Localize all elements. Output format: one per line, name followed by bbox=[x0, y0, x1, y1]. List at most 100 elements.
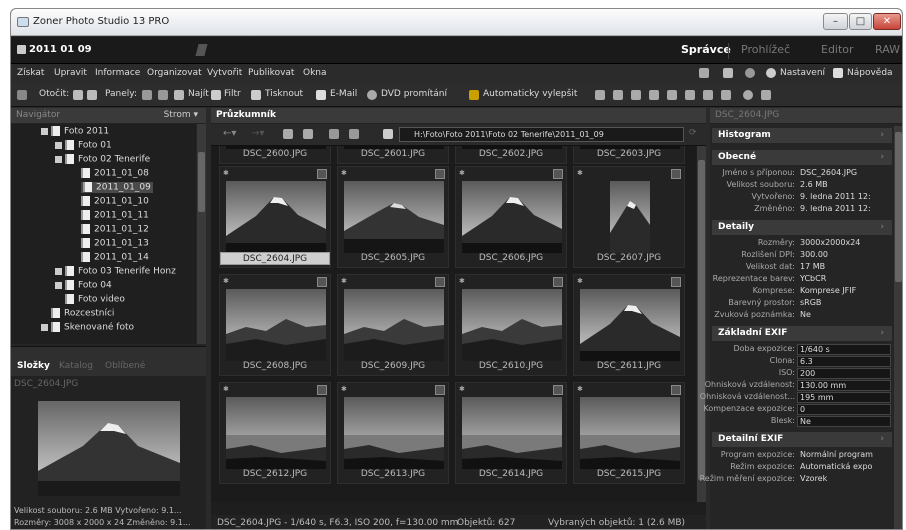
thumbnail[interactable]: ✱ DSC_2609.JPG bbox=[337, 274, 449, 376]
menu-windows[interactable]: Okna bbox=[303, 68, 327, 78]
thumbnail[interactable]: ✱ DSC_2604.JPG bbox=[219, 166, 331, 268]
expander-icon[interactable] bbox=[55, 281, 62, 289]
info-section-header[interactable]: Detaily › bbox=[712, 220, 892, 235]
menu-get[interactable]: Získat bbox=[17, 68, 44, 78]
info-section-header[interactable]: Detailní EXIF › bbox=[712, 432, 892, 447]
tree-mode-select[interactable]: Strom ▾ bbox=[164, 110, 198, 120]
rating-icon[interactable]: ✱ bbox=[459, 277, 465, 285]
menu-info[interactable]: Informace bbox=[95, 68, 140, 78]
expander-icon[interactable] bbox=[55, 267, 62, 275]
tree-item[interactable]: Foto video bbox=[65, 294, 125, 305]
info-scrollbar[interactable] bbox=[894, 126, 902, 529]
thumbnail[interactable]: DSC_2603.JPG bbox=[573, 146, 685, 164]
back-arrow-icon[interactable]: ←▾ bbox=[223, 128, 236, 139]
thumbnail[interactable]: ✱ DSC_2608.JPG bbox=[219, 274, 331, 376]
tool-icon-1[interactable] bbox=[595, 90, 605, 100]
rating-icon[interactable]: ✱ bbox=[577, 277, 583, 285]
tool-icon-2[interactable] bbox=[613, 90, 623, 100]
menu-create[interactable]: Vytvořit bbox=[207, 68, 242, 78]
tool-icon-7[interactable] bbox=[703, 90, 713, 100]
rating-icon[interactable]: ✱ bbox=[341, 385, 347, 393]
tab-raw[interactable]: RAW bbox=[875, 43, 900, 56]
tree-item[interactable]: Skenované foto bbox=[41, 322, 134, 333]
thumbnail[interactable]: ✱ DSC_2610.JPG bbox=[455, 274, 567, 376]
select-checkbox[interactable] bbox=[671, 277, 681, 287]
view-mode-icon[interactable] bbox=[349, 129, 359, 139]
property-value[interactable]: 0 bbox=[797, 404, 891, 415]
tree-item[interactable]: 2011_01_11 bbox=[81, 210, 149, 221]
tree-item[interactable]: Foto 2011 bbox=[41, 126, 109, 137]
printer-icon[interactable] bbox=[251, 90, 261, 100]
thumbnail[interactable]: ✱ DSC_2613.JPG bbox=[337, 382, 449, 484]
menu-publish[interactable]: Publikovat bbox=[248, 68, 294, 78]
tool-icon-6[interactable] bbox=[685, 90, 695, 100]
maximize-button[interactable]: □ bbox=[849, 13, 872, 30]
tree-item[interactable]: Foto 03 Tenerife Honz bbox=[55, 266, 176, 277]
menu-edit[interactable]: Upravit bbox=[54, 68, 87, 78]
binoculars-icon[interactable] bbox=[174, 90, 184, 100]
select-checkbox[interactable] bbox=[553, 385, 563, 395]
tool-icon-5[interactable] bbox=[667, 90, 677, 100]
tree-item[interactable]: 2011_01_09 bbox=[81, 182, 153, 193]
expander-icon[interactable] bbox=[55, 155, 62, 163]
folder-up-icon[interactable] bbox=[283, 129, 293, 139]
auto-enhance-button[interactable]: Automaticky vylepšit bbox=[483, 89, 577, 99]
monitor-icon[interactable] bbox=[699, 68, 709, 78]
grid-scrollbar[interactable] bbox=[697, 146, 706, 502]
back-icon[interactable] bbox=[17, 90, 27, 100]
select-checkbox[interactable] bbox=[317, 277, 327, 287]
filter-button[interactable]: Filtr bbox=[224, 89, 241, 99]
rating-icon[interactable]: ✱ bbox=[223, 385, 229, 393]
thumbnail[interactable]: ✱ DSC_2611.JPG bbox=[573, 274, 685, 376]
tab-favorites[interactable]: Oblíbené bbox=[105, 361, 145, 371]
tree-item[interactable]: Foto 01 bbox=[55, 140, 112, 151]
thumbnail[interactable]: ✱ DSC_2615.JPG bbox=[573, 382, 685, 484]
thumbnail[interactable]: ✱ DSC_2606.JPG bbox=[455, 166, 567, 268]
select-checkbox[interactable] bbox=[435, 169, 445, 179]
rotate-right-icon[interactable] bbox=[87, 90, 97, 100]
new-folder-icon[interactable] bbox=[303, 129, 313, 139]
panel-layout-1-icon[interactable] bbox=[142, 90, 152, 100]
tree-item[interactable]: Foto 02 Tenerife bbox=[55, 154, 150, 165]
thumbnail[interactable]: ✱ DSC_2605.JPG bbox=[337, 166, 449, 268]
rotate-left-icon[interactable] bbox=[73, 90, 83, 100]
rating-icon[interactable]: ✱ bbox=[577, 169, 583, 177]
tree-item[interactable]: 2011_01_13 bbox=[81, 238, 149, 249]
select-checkbox[interactable] bbox=[435, 277, 445, 287]
property-value[interactable]: Ne bbox=[797, 416, 891, 427]
tab-editor[interactable]: Editor bbox=[821, 43, 854, 56]
minimize-button[interactable]: – bbox=[823, 13, 848, 30]
tab-viewer[interactable]: Prohlížeč bbox=[741, 43, 790, 56]
people-icon[interactable] bbox=[745, 68, 755, 78]
info-section-header[interactable]: Histogram › bbox=[712, 128, 892, 143]
thumbnail[interactable]: ✱ DSC_2612.JPG bbox=[219, 382, 331, 484]
close-button[interactable]: ✕ bbox=[873, 13, 901, 30]
select-checkbox[interactable] bbox=[317, 169, 327, 179]
expander-icon[interactable] bbox=[55, 141, 62, 149]
settings-link[interactable]: Nastavení bbox=[780, 68, 825, 78]
book-icon[interactable] bbox=[723, 68, 733, 78]
rating-icon[interactable]: ✱ bbox=[459, 169, 465, 177]
gear-icon[interactable] bbox=[766, 68, 776, 78]
sort-icon[interactable] bbox=[329, 129, 339, 139]
select-checkbox[interactable] bbox=[671, 169, 681, 179]
rating-icon[interactable]: ✱ bbox=[223, 277, 229, 285]
tree-item[interactable]: 2011_01_12 bbox=[81, 224, 149, 235]
menu-organize[interactable]: Organizovat bbox=[147, 68, 202, 78]
select-checkbox[interactable] bbox=[435, 385, 445, 395]
select-checkbox[interactable] bbox=[553, 277, 563, 287]
property-value[interactable]: 130.00 mm bbox=[797, 380, 891, 391]
tree-item[interactable]: 2011_01_08 bbox=[81, 168, 149, 179]
property-value[interactable]: 1/640 s bbox=[797, 344, 891, 355]
zoom-icon[interactable] bbox=[743, 90, 753, 100]
info-scroll-thumb[interactable] bbox=[895, 132, 902, 282]
print-button[interactable]: Tisknout bbox=[265, 89, 303, 99]
email-icon[interactable] bbox=[316, 90, 326, 100]
panel-layout-2-icon[interactable] bbox=[158, 90, 168, 100]
tree-item[interactable]: Rozcestníci bbox=[51, 308, 114, 319]
rating-icon[interactable]: ✱ bbox=[223, 169, 229, 177]
rating-icon[interactable]: ✱ bbox=[341, 277, 347, 285]
rating-icon[interactable]: ✱ bbox=[459, 385, 465, 393]
magic-wand-icon[interactable] bbox=[469, 90, 479, 100]
thumbnail[interactable]: DSC_2600.JPG bbox=[219, 146, 331, 164]
